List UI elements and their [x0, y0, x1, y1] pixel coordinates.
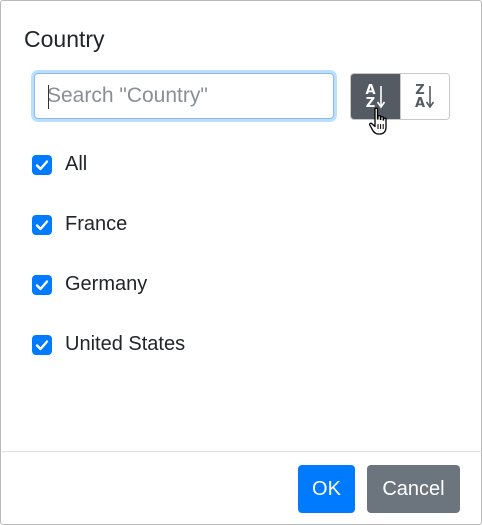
- list-item-label: United States: [65, 333, 186, 355]
- checkbox-france[interactable]: [32, 214, 52, 235]
- list-item-germany[interactable]: Germany: [32, 273, 147, 296]
- list-item-label: Germany: [65, 273, 148, 295]
- hand-pointer-cursor-icon: [369, 107, 387, 135]
- checkmark-icon: [35, 279, 49, 290]
- dialog-title: Country: [24, 26, 105, 52]
- checkbox-all[interactable]: [32, 154, 52, 175]
- sort-desc-bottom-letter: A: [414, 95, 426, 111]
- list-item-france[interactable]: France: [32, 213, 127, 236]
- sort-button-group: A Z Z A: [350, 73, 450, 120]
- sort-alpha-descending-icon: Z A: [415, 84, 435, 110]
- sort-asc-top-letter: A: [365, 82, 376, 98]
- list-item-label: All: [65, 153, 88, 175]
- list-item-label: France: [65, 213, 128, 235]
- footer-divider: [2, 451, 482, 452]
- ok-button[interactable]: OK: [298, 465, 355, 513]
- search-field-wrapper[interactable]: [34, 73, 334, 119]
- down-arrow-icon: [376, 85, 385, 108]
- checkmark-icon: [35, 159, 49, 170]
- sort-alpha-ascending-icon: A Z: [365, 84, 385, 110]
- sort-descending-button[interactable]: Z A: [400, 74, 449, 119]
- checkbox-germany[interactable]: [32, 274, 52, 295]
- filter-dialog: Country A Z Z A: [0, 0, 482, 525]
- checkbox-united-states[interactable]: [32, 334, 52, 355]
- list-item-all[interactable]: All: [32, 153, 87, 176]
- sort-desc-top-letter: Z: [415, 82, 425, 98]
- list-item-united-states[interactable]: United States: [32, 333, 185, 356]
- search-input[interactable]: [35, 74, 333, 118]
- checkmark-icon: [35, 339, 49, 350]
- down-arrow-icon: [425, 85, 435, 108]
- checkmark-icon: [35, 219, 49, 230]
- text-caret: [48, 85, 49, 109]
- cancel-button[interactable]: Cancel: [367, 465, 460, 513]
